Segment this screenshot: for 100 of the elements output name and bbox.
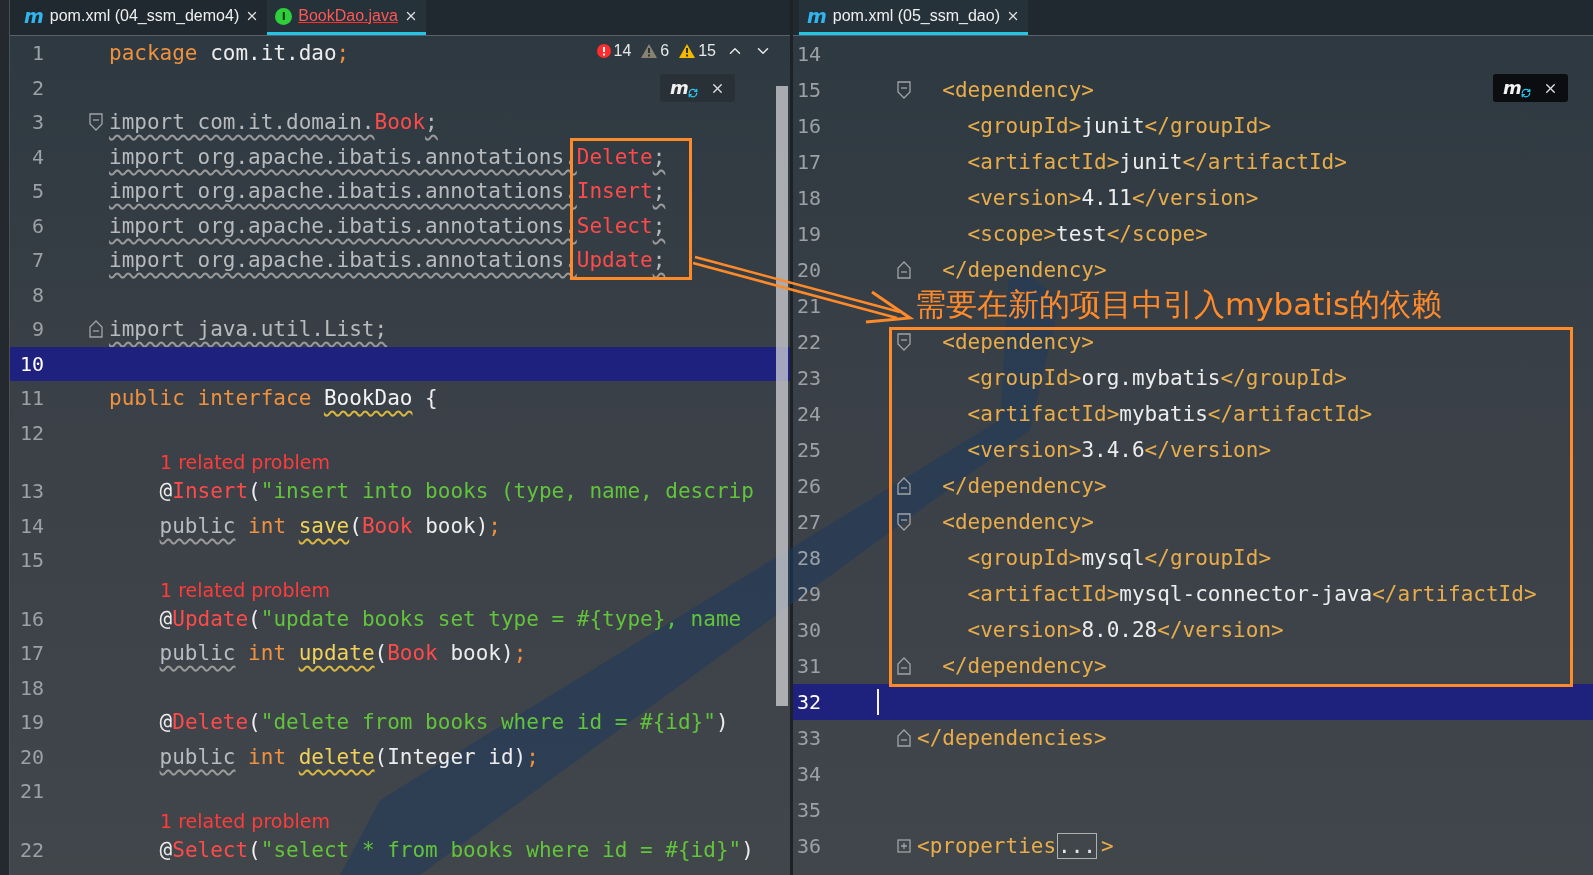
line-number: 10 [19, 351, 44, 376]
line-number: 35 [796, 798, 821, 822]
line-number: 17 [796, 150, 821, 174]
code-line: </dependency> [941, 258, 1107, 282]
code-line: import java.util.List; [109, 317, 388, 342]
line-number: 20 [796, 258, 821, 282]
code-line: </dependencies> [917, 726, 1107, 750]
line-number: 16 [796, 114, 821, 138]
line-number: 18 [19, 675, 44, 700]
editor-tab[interactable]: m pom.xml (04_ssm_demo4) [16, 0, 268, 35]
close-icon[interactable] [1006, 9, 1020, 23]
warning-icon [641, 44, 658, 58]
line-number: 14 [19, 513, 44, 538]
line-number: 27 [796, 510, 821, 534]
code-line: <artifactId>mysql-connector-java</artifactId> [966, 582, 1537, 606]
fold-marker-icon[interactable] [897, 657, 911, 675]
editor-tab[interactable]: m pom.xml (05_ssm_dao) [799, 0, 1028, 35]
fold-marker-icon[interactable] [89, 113, 103, 132]
code-line: <groupId>org.mybatis</groupId> [966, 366, 1347, 390]
code-line: <properties... > [917, 834, 1114, 858]
line-number: 34 [796, 762, 821, 786]
line-number: 24 [796, 402, 821, 426]
editor-tab[interactable]: I BookDao.java [267, 0, 426, 35]
code-line: @Insert("insert into books (type, name, descrip [158, 479, 754, 504]
code-line: <groupId>junit</groupId> [966, 114, 1272, 138]
line-number: 8 [31, 282, 44, 307]
line-number: 25 [796, 438, 821, 462]
fold-marker-icon[interactable] [897, 81, 911, 99]
line-number: 1 [31, 41, 44, 66]
code-line: @Update("update books set type = #{type}, name [158, 606, 742, 631]
maven-file-icon: m [807, 6, 827, 26]
line-number: 12 [19, 420, 44, 445]
line-number: 14 [796, 42, 821, 66]
line-number: 22 [796, 330, 821, 354]
line-number: 7 [31, 248, 44, 273]
problem-count[interactable]: 6 [660, 42, 670, 60]
line-number: 26 [796, 474, 821, 498]
maven-file-icon: m [24, 6, 44, 26]
code-line: <dependency> [941, 78, 1094, 102]
line-number: 29 [796, 582, 821, 606]
line-number: 20 [19, 744, 44, 769]
code-line: <version>3.4.6</version> [966, 438, 1272, 462]
code-line: public int update(Book book); [158, 641, 527, 666]
code-line: <groupId>mysql</groupId> [966, 546, 1272, 570]
code-line: </dependency> [941, 654, 1107, 678]
refresh-icon [1520, 88, 1531, 98]
code-line: <artifactId>mybatis</artifactId> [966, 402, 1373, 426]
code-line: <artifactId>junit</artifactId> [966, 150, 1347, 174]
line-number: 23 [796, 366, 821, 390]
fold-marker-icon[interactable] [897, 839, 911, 853]
line-number: 17 [19, 641, 44, 666]
line-number: 5 [31, 179, 44, 204]
code-line: <dependency> [941, 510, 1094, 534]
fold-marker-icon[interactable] [897, 333, 911, 351]
fold-marker-icon[interactable] [897, 261, 911, 279]
line-number: 31 [796, 654, 821, 678]
refresh-icon [687, 88, 698, 98]
code-line: <version>8.0.28</version> [966, 618, 1284, 642]
line-number: 18 [796, 186, 821, 210]
fold-marker-icon[interactable] [897, 729, 911, 747]
fold-marker-icon[interactable] [89, 320, 103, 339]
code-line: public int delete(Integer id); [158, 744, 539, 769]
line-number: 4 [31, 144, 44, 169]
scrollbar-thumb[interactable] [776, 86, 788, 706]
maven-reload-button[interactable]: m [1503, 79, 1522, 97]
line-number: 19 [19, 710, 44, 735]
line-number: 22 [19, 837, 44, 862]
fold-marker-icon[interactable] [897, 477, 911, 495]
line-number: 28 [796, 546, 821, 570]
line-number: 21 [19, 779, 44, 804]
code-line: import org.apache.ibatis.annotations.Select; [109, 213, 666, 238]
maven-reload-button[interactable]: m [670, 79, 689, 97]
line-number: 2 [31, 75, 44, 100]
code-line: import org.apache.ibatis.annotations.Delete; [109, 144, 666, 169]
problem-count[interactable]: 15 [698, 42, 716, 60]
line-number: 13 [19, 479, 44, 504]
problem-count[interactable]: 14 [613, 42, 632, 60]
line-number: 16 [19, 606, 44, 631]
line-number: 30 [796, 618, 821, 642]
code-line: public int save(Book book); [158, 513, 501, 538]
code-line: <scope>test</scope> [966, 222, 1208, 246]
code-line: <version>4.11</version> [966, 186, 1259, 210]
fold-marker-icon[interactable] [897, 513, 911, 531]
code-line: @Select("select * from books where id = #{id}") [158, 837, 754, 862]
line-number: 9 [31, 317, 44, 342]
line-number: 3 [31, 110, 44, 135]
code-line: @Delete("delete from books where id = #{id}") [158, 710, 729, 735]
code-line: import com.it.domain.Book; [109, 110, 438, 135]
warning-icon [679, 44, 696, 58]
line-number: 21 [796, 294, 821, 318]
code-line: public interface BookDao { [109, 386, 438, 411]
error-icon [596, 44, 611, 58]
line-number: 32 [796, 690, 821, 714]
code-line: import org.apache.ibatis.annotations.Update; [109, 248, 666, 273]
line-number: 6 [31, 213, 44, 238]
line-number: 19 [796, 222, 821, 246]
line-number: 15 [796, 78, 821, 102]
code-line: package com.it.dao; [109, 41, 350, 66]
code-line: </dependency> [941, 474, 1107, 498]
code-line: import org.apache.ibatis.annotations.Insert; [109, 179, 666, 204]
